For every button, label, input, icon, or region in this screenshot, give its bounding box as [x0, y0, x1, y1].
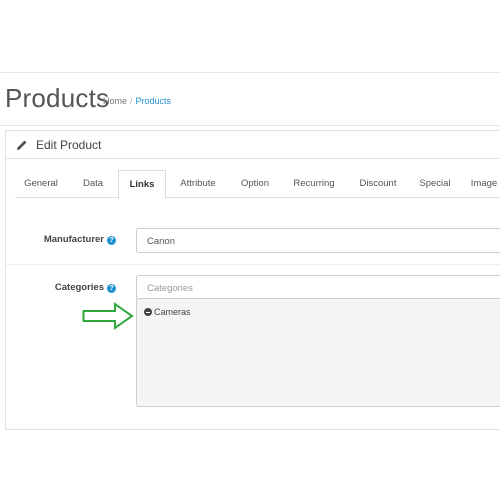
tab-recurring[interactable]: Recurring [283, 170, 345, 198]
panel-title: Edit Product [36, 138, 102, 152]
page-header: Products Home / Products [0, 72, 500, 126]
category-item-cameras: Cameras [144, 307, 191, 317]
tab-bar: General Data Links Attribute Option Recu… [15, 170, 500, 199]
categories-label-text: Categories [54, 282, 104, 293]
breadcrumb-home-link[interactable]: Home [103, 96, 127, 106]
help-icon[interactable]: ? [107, 284, 116, 293]
page-title: Products [5, 83, 110, 113]
selected-categories-well: Cameras [136, 298, 500, 407]
tab-data[interactable]: Data [72, 170, 114, 198]
categories-label: Categories? [55, 282, 116, 293]
manufacturer-label: Manufacturer? [44, 234, 116, 245]
manufacturer-row: Manufacturer? Canon [6, 221, 500, 265]
help-icon[interactable]: ? [107, 236, 116, 245]
manufacturer-label-text: Manufacturer [43, 234, 104, 245]
manufacturer-input[interactable]: Canon [136, 228, 500, 253]
breadcrumb-separator: / [130, 96, 133, 106]
tab-option[interactable]: Option [231, 170, 279, 198]
tab-image[interactable]: Image [463, 170, 500, 198]
remove-circle-icon[interactable] [144, 308, 152, 316]
tab-special[interactable]: Special [411, 170, 459, 198]
category-item-label: Cameras [154, 307, 191, 317]
edit-product-panel: Edit Product General Data Links Attribut… [5, 130, 500, 430]
breadcrumb-products-link[interactable]: Products [136, 96, 172, 106]
breadcrumb: Home / Products [103, 96, 171, 106]
tab-attribute[interactable]: Attribute [170, 170, 226, 198]
pencil-icon [17, 140, 27, 150]
tab-general[interactable]: General [15, 170, 67, 198]
tab-discount[interactable]: Discount [349, 170, 407, 198]
tab-links[interactable]: Links [118, 170, 166, 199]
panel-heading: Edit Product [6, 131, 500, 159]
annotation-arrow-icon [82, 302, 134, 330]
categories-input[interactable]: Categories [136, 275, 500, 300]
